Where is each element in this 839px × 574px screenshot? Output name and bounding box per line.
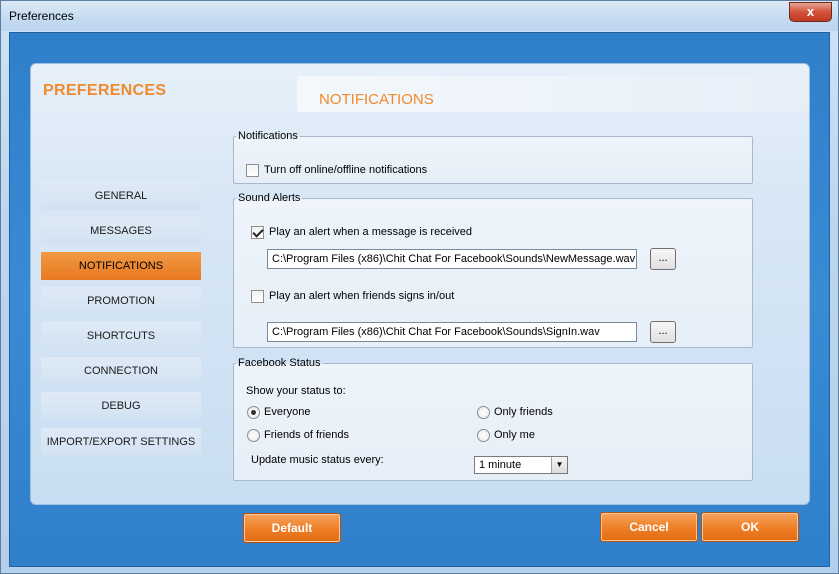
- sidebar-item-promotion[interactable]: PROMOTION: [41, 287, 201, 315]
- sidebar-item-debug[interactable]: DEBUG: [41, 392, 201, 420]
- sidebar-item-general[interactable]: GENERAL: [41, 182, 201, 210]
- notifications-group: Notifications Turn off online/offline no…: [233, 130, 753, 184]
- status-only-friends-label: Only friends: [494, 406, 553, 418]
- status-everyone-label: Everyone: [264, 406, 311, 418]
- signin-alert-label: Play an alert when friends signs in/out: [269, 290, 455, 302]
- notifications-legend: Notifications: [238, 130, 298, 142]
- sidebar-item-import-export[interactable]: IMPORT/EXPORT SETTINGS: [41, 428, 201, 456]
- facebook-status-group: Facebook Status Show your status to: Eve…: [233, 357, 753, 481]
- preferences-window: Preferences x PREFERENCES NOTIFICATIONS …: [0, 0, 839, 574]
- close-icon: x: [806, 4, 815, 19]
- status-only-me-radio[interactable]: [477, 429, 490, 442]
- status-friends-of-friends-label: Friends of friends: [264, 429, 349, 441]
- music-status-label: Update music status every:: [251, 454, 384, 466]
- window-title: Preferences: [9, 9, 74, 23]
- sidebar-item-connection[interactable]: CONNECTION: [41, 357, 201, 385]
- signin-sound-path-input[interactable]: C:\Program Files (x86)\Chit Chat For Fac…: [267, 322, 637, 342]
- turn-off-notifications-checkbox[interactable]: [246, 164, 259, 177]
- preferences-heading: PREFERENCES: [43, 82, 167, 99]
- music-interval-select[interactable]: 1 minute ▼: [474, 456, 568, 474]
- sound-alerts-group: Sound Alerts Play an alert when a messag…: [233, 192, 753, 348]
- client-area: PREFERENCES NOTIFICATIONS GENERAL MESSAG…: [9, 32, 830, 567]
- status-everyone-radio[interactable]: [247, 406, 260, 419]
- status-only-me-label: Only me: [494, 429, 535, 441]
- status-only-friends-radio[interactable]: [477, 406, 490, 419]
- ok-button[interactable]: OK: [701, 512, 799, 542]
- sidebar-item-shortcuts[interactable]: SHORTCUTS: [41, 322, 201, 350]
- message-sound-browse-button[interactable]: ...: [650, 248, 676, 270]
- message-alert-label: Play an alert when a message is received: [269, 226, 472, 238]
- title-bar[interactable]: Preferences x: [1, 1, 838, 31]
- cancel-button[interactable]: Cancel: [600, 512, 698, 542]
- music-interval-value: 1 minute: [479, 459, 522, 471]
- sound-alerts-legend: Sound Alerts: [238, 192, 301, 204]
- show-status-label: Show your status to:: [246, 385, 346, 397]
- close-button[interactable]: x: [789, 2, 832, 22]
- default-button[interactable]: Default: [243, 513, 341, 543]
- signin-alert-checkbox[interactable]: [251, 290, 264, 303]
- chevron-down-icon: ▼: [551, 457, 567, 473]
- turn-off-notifications-label: Turn off online/offline notifications: [264, 164, 428, 176]
- status-friends-of-friends-radio[interactable]: [247, 429, 260, 442]
- sidebar-item-notifications[interactable]: NOTIFICATIONS: [41, 252, 201, 280]
- sidebar-item-messages[interactable]: MESSAGES: [41, 217, 201, 245]
- signin-sound-browse-button[interactable]: ...: [650, 321, 676, 343]
- facebook-status-legend: Facebook Status: [238, 357, 321, 369]
- section-title: NOTIFICATIONS: [319, 91, 434, 108]
- message-alert-checkbox[interactable]: [251, 226, 264, 239]
- message-sound-path-input[interactable]: C:\Program Files (x86)\Chit Chat For Fac…: [267, 249, 637, 269]
- section-header: NOTIFICATIONS: [297, 76, 809, 112]
- content-panel: PREFERENCES NOTIFICATIONS GENERAL MESSAG…: [30, 63, 810, 505]
